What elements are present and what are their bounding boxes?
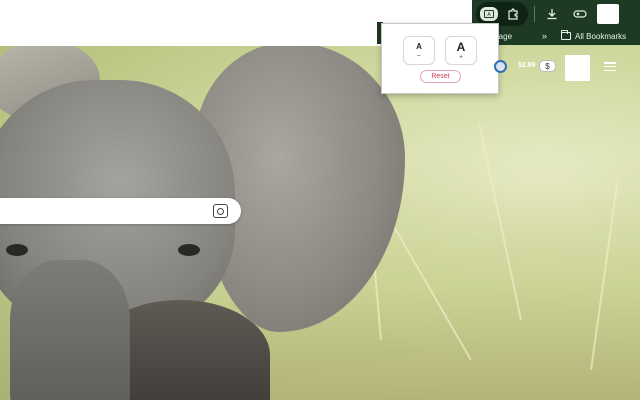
bookmarks-overflow-button[interactable]: »	[542, 31, 547, 41]
puzzle-icon[interactable]	[502, 4, 524, 24]
puzzle-glyph	[508, 7, 518, 20]
currency-button[interactable]: $	[539, 60, 556, 72]
key-glyph	[573, 9, 587, 18]
decrease-font-button[interactable]: A –	[403, 36, 435, 65]
minus-sign: –	[417, 51, 421, 59]
lens-icon[interactable]	[213, 204, 228, 218]
plus-sign: +	[458, 53, 464, 61]
menu-line	[604, 62, 616, 64]
extension-active-icon[interactable]: A	[480, 6, 498, 21]
blank-tile[interactable]	[565, 55, 590, 81]
elephant-trunk	[10, 260, 130, 400]
shield-icon[interactable]	[494, 60, 507, 73]
all-bookmarks-label: All Bookmarks	[575, 31, 627, 41]
download-glyph	[547, 8, 557, 19]
toolbar-separator	[534, 5, 535, 22]
price-label: $2.89	[518, 62, 536, 69]
search-bar[interactable]	[0, 198, 241, 224]
font-size-popup: A – A + Reset	[381, 23, 499, 94]
menu-line	[604, 69, 616, 71]
extension-pill: A	[476, 1, 528, 26]
small-a-glyph: A	[416, 41, 422, 51]
elephant-eye	[6, 244, 28, 256]
text-size-icon: A	[484, 9, 494, 18]
menu-line	[604, 65, 616, 68]
profile-avatar[interactable]	[597, 3, 619, 24]
menu-icon[interactable]	[604, 62, 616, 71]
download-icon[interactable]	[541, 4, 563, 24]
all-bookmarks-button[interactable]: All Bookmarks	[561, 30, 627, 41]
large-a-glyph: A	[456, 39, 466, 54]
increase-font-button[interactable]: A +	[445, 36, 477, 65]
folder-icon	[561, 30, 572, 40]
password-key-icon[interactable]	[569, 4, 591, 24]
elephant-eye	[178, 244, 200, 256]
reset-button[interactable]: Reset	[420, 70, 461, 83]
